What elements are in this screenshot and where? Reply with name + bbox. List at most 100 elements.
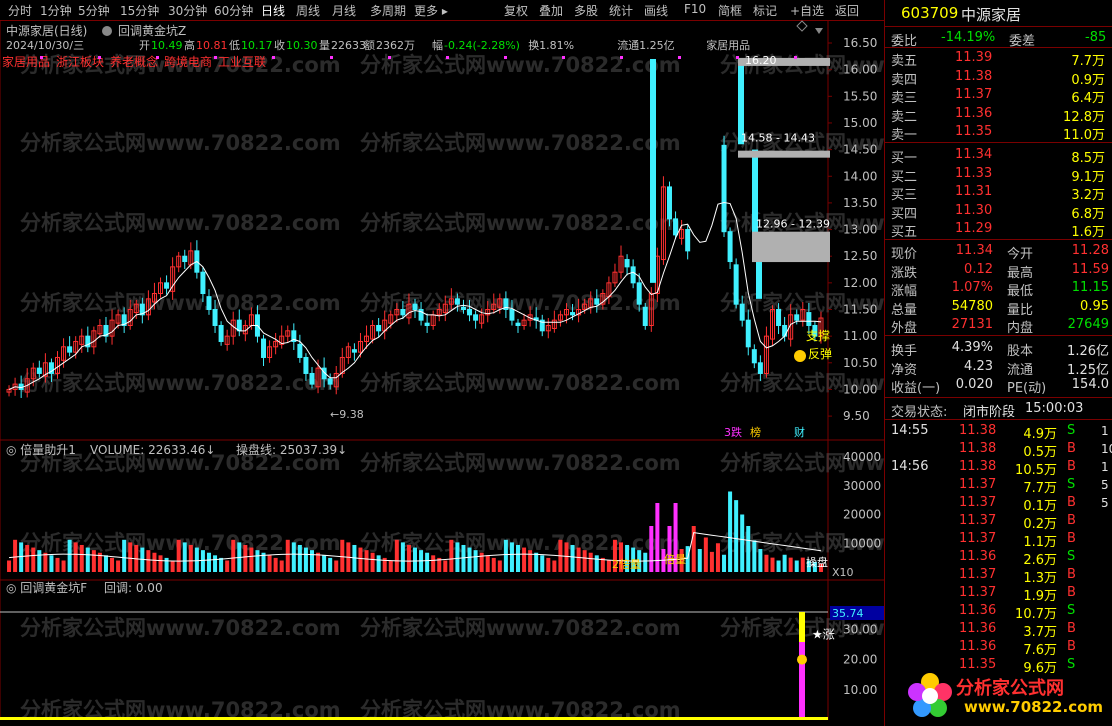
- period-9-button[interactable]: 多周期: [370, 2, 406, 19]
- indicator-dropdown-icon: [102, 26, 112, 36]
- candle-body: [757, 362, 763, 374]
- stat-label: 收益(一): [891, 381, 941, 396]
- volume-bar: [491, 557, 496, 572]
- candle-body: [751, 349, 757, 364]
- tool-8-button[interactable]: +自选: [790, 2, 824, 19]
- volume-bar: [79, 544, 84, 572]
- period-10-button[interactable]: 更多 ▸: [414, 2, 448, 19]
- volume-bar: [43, 552, 48, 572]
- volume-bar: [49, 555, 54, 572]
- volume-bar: [170, 560, 175, 572]
- candle-body: [212, 309, 218, 326]
- support-label: 支撑: [806, 328, 830, 343]
- volume-bar: [431, 555, 436, 572]
- stat-label: 量比: [1007, 302, 1034, 318]
- volume-bar: [176, 539, 181, 572]
- volume-bar: [340, 539, 345, 572]
- volume-bar: [788, 557, 793, 572]
- ask-volume: 7.7万: [1071, 54, 1105, 69]
- tool-6-button[interactable]: 简框: [718, 2, 742, 19]
- candle-body: [666, 186, 672, 220]
- period-6-button[interactable]: 日线: [261, 2, 285, 19]
- ask-row: 卖三 11.37 6.4万: [885, 86, 1112, 106]
- weicha-value: -85: [1085, 30, 1107, 45]
- volume-bar: [516, 544, 521, 572]
- volume-mark: 操盘: [806, 555, 828, 569]
- volume-bar: [528, 550, 533, 572]
- watermark: 分析家公式网www.70822.com: [360, 451, 681, 475]
- volume-bar: [322, 555, 327, 572]
- bid-label: 买二: [891, 169, 918, 185]
- period-toolbar: 分时 1分钟 5分钟 15分钟 30分钟 60分钟 日线 周线 月线 多周期 更多 ▸ 复权 叠加 多股统…: [0, 0, 884, 21]
- period-2-button[interactable]: 5分钟: [78, 2, 110, 19]
- stat-value: 11.34: [955, 243, 993, 258]
- trade-count: 1: [1101, 460, 1109, 474]
- period-1-button[interactable]: 1分钟: [40, 2, 72, 19]
- logo-text: 分析家公式网: [956, 678, 1064, 699]
- price-tick-label: 11.00: [843, 329, 877, 343]
- stat2-row: 收益(一) 0.020 PE(动) 154.0: [885, 376, 1112, 396]
- ask-price: 11.36: [955, 105, 993, 121]
- bid-row: 买三 11.31 3.2万: [885, 183, 1112, 203]
- volume-title: ◎ 倍量助升1: [6, 442, 76, 457]
- info-text: 额: [364, 39, 375, 52]
- tool-5-button[interactable]: F10: [684, 2, 706, 16]
- volume-bar: [152, 552, 157, 572]
- signal-dot: [620, 56, 623, 59]
- collapse-icon: [815, 28, 823, 34]
- stat-value: 4.23: [964, 358, 993, 374]
- trade-side: S: [1067, 603, 1076, 618]
- stat-label: 现价: [891, 247, 918, 262]
- trade-side: B: [1067, 513, 1076, 528]
- volume-bar: [522, 547, 527, 572]
- volume-value: VOLUME: 22633.46↓: [90, 443, 215, 457]
- period-4-button[interactable]: 30分钟: [168, 2, 207, 19]
- ask-price: 11.35: [955, 124, 993, 139]
- volume-bar: [358, 547, 363, 572]
- period-8-button[interactable]: 月线: [332, 2, 356, 19]
- stat-label: 最高: [1007, 265, 1034, 281]
- tool-0-button[interactable]: 复权: [504, 2, 528, 19]
- trade-price: 11.37: [959, 495, 997, 510]
- volume-bar: [582, 550, 587, 572]
- event-mark: 榜: [750, 425, 761, 439]
- tool-1-button[interactable]: 叠加: [539, 2, 563, 19]
- volume-bar: [146, 550, 151, 572]
- volume-bar: [509, 542, 514, 572]
- tool-3-button[interactable]: 统计: [609, 2, 633, 19]
- indicator-panel-value: 回调: 0.00: [104, 581, 163, 595]
- stat-label: PE(动): [1007, 381, 1047, 396]
- coin-icon: [794, 350, 806, 362]
- period-5-button[interactable]: 60分钟: [214, 2, 253, 19]
- period-0-button[interactable]: 分时: [8, 2, 32, 19]
- volume-bar: [91, 550, 96, 572]
- stat-label: 内盘: [1007, 321, 1034, 336]
- tool-4-button[interactable]: 画线: [644, 2, 668, 19]
- tool-9-button[interactable]: 返回: [835, 2, 859, 19]
- tool-7-button[interactable]: 标记: [753, 2, 777, 19]
- trade-price: 11.36: [959, 639, 997, 654]
- signal-dot: [156, 56, 159, 59]
- volume-bar: [776, 560, 781, 572]
- tool-2-button[interactable]: 多股: [574, 2, 598, 19]
- volume-bar: [255, 550, 260, 572]
- candle-body: [182, 255, 188, 263]
- candle-body: [454, 298, 460, 305]
- candle-body: [721, 144, 727, 233]
- volume-bar: [85, 547, 90, 572]
- period-3-button[interactable]: 15分钟: [120, 2, 159, 19]
- volume-bar: [649, 526, 654, 572]
- kline-chart-area[interactable]: 分析家公式网www.70822.com 分析家公式网www.70822.com 分析…: [0, 20, 884, 726]
- trade-time: 14:56: [891, 459, 929, 474]
- trade-side: B: [1067, 639, 1076, 654]
- stat-label: 最低: [1007, 284, 1034, 299]
- volume-bar: [728, 491, 733, 572]
- trade-row: 11.36 2.6万 S: [885, 548, 1112, 568]
- volume-bar: [243, 544, 248, 572]
- trade-price: 11.38: [959, 423, 997, 438]
- info-text: 低: [229, 39, 240, 52]
- trade-row: 11.37 1.1万 B: [885, 530, 1112, 550]
- period-7-button[interactable]: 周线: [296, 2, 320, 19]
- trade-side: B: [1067, 567, 1076, 582]
- volume-bar: [110, 557, 115, 572]
